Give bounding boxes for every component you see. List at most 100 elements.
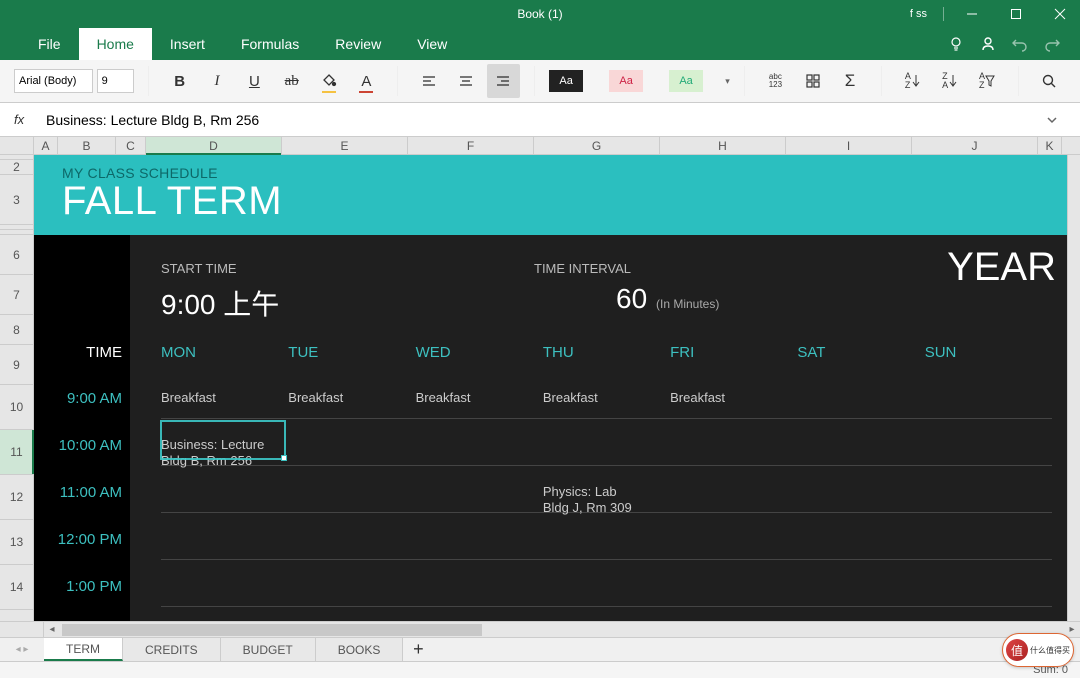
schedule-cell[interactable] bbox=[925, 437, 1052, 470]
column-header-A[interactable]: A bbox=[34, 137, 58, 154]
tab-nav-buttons[interactable]: ◂ ▸ bbox=[0, 638, 44, 661]
horizontal-scrollbar[interactable] bbox=[60, 622, 1064, 637]
fx-icon[interactable]: fx bbox=[6, 112, 36, 127]
number-format-button[interactable]: abc123 bbox=[759, 64, 792, 98]
row-header-8[interactable]: 8 bbox=[0, 315, 33, 345]
cell-style-dark[interactable]: Aa bbox=[549, 70, 583, 92]
schedule-cell[interactable]: Business: LectureBldg B, Rm 256 bbox=[161, 437, 288, 470]
row-header-6[interactable]: 6 bbox=[0, 235, 33, 275]
maximize-button[interactable] bbox=[996, 0, 1036, 28]
fill-color-button[interactable] bbox=[312, 64, 345, 98]
cell-style-good[interactable]: Aa bbox=[669, 70, 703, 92]
filter-button[interactable]: AZ bbox=[970, 64, 1003, 98]
account-name[interactable]: f ss bbox=[910, 8, 927, 20]
menu-view[interactable]: View bbox=[399, 28, 465, 60]
schedule-cell[interactable] bbox=[797, 484, 924, 517]
schedule-cell[interactable]: Breakfast bbox=[416, 390, 543, 406]
row-header-3[interactable]: 3 bbox=[0, 175, 33, 225]
scroll-spacer bbox=[0, 622, 44, 637]
menu-file[interactable]: File bbox=[20, 28, 79, 60]
column-header-K[interactable]: K bbox=[1038, 137, 1062, 154]
minimize-button[interactable] bbox=[952, 0, 992, 28]
scroll-thumb[interactable] bbox=[62, 624, 482, 636]
search-button[interactable] bbox=[1033, 64, 1066, 98]
align-center-button[interactable] bbox=[449, 64, 482, 98]
schedule-cell[interactable]: Breakfast bbox=[161, 390, 288, 406]
sort-asc-button[interactable]: AZ bbox=[896, 64, 929, 98]
row-header-9[interactable]: 9 bbox=[0, 345, 33, 385]
column-header-G[interactable]: G bbox=[534, 137, 660, 154]
font-name-select[interactable]: Arial (Body) bbox=[14, 69, 93, 93]
row-header-7[interactable]: 7 bbox=[0, 275, 33, 315]
column-header-J[interactable]: J bbox=[912, 137, 1038, 154]
undo-icon[interactable] bbox=[1012, 36, 1028, 52]
column-header-F[interactable]: F bbox=[408, 137, 534, 154]
schedule-cell[interactable] bbox=[670, 484, 797, 517]
schedule-cell[interactable]: Breakfast bbox=[288, 390, 415, 406]
schedule-cell[interactable] bbox=[797, 437, 924, 470]
font-color-button[interactable]: A bbox=[350, 64, 383, 98]
strikethrough-button[interactable]: ab bbox=[275, 64, 308, 98]
cell-canvas[interactable]: MY CLASS SCHEDULE FALL TERM YEAR START T… bbox=[34, 155, 1080, 621]
underline-button[interactable]: U bbox=[238, 64, 271, 98]
column-header-E[interactable]: E bbox=[282, 137, 408, 154]
add-sheet-button[interactable]: + bbox=[403, 638, 433, 661]
cell-style-bad[interactable]: Aa bbox=[609, 70, 643, 92]
row-header-13[interactable]: 13 bbox=[0, 520, 33, 565]
scroll-right-button[interactable]: ▸ bbox=[1064, 622, 1080, 637]
schedule-cell[interactable] bbox=[416, 484, 543, 517]
bold-button[interactable]: B bbox=[163, 64, 196, 98]
lightbulb-icon[interactable] bbox=[948, 36, 964, 52]
menu-insert[interactable]: Insert bbox=[152, 28, 223, 60]
scroll-left-button[interactable]: ◂ bbox=[44, 622, 60, 637]
schedule-cell[interactable] bbox=[925, 390, 1052, 406]
column-header-H[interactable]: H bbox=[660, 137, 786, 154]
schedule-cell[interactable] bbox=[670, 437, 797, 470]
vertical-scrollbar[interactable] bbox=[1067, 155, 1080, 621]
redo-icon[interactable] bbox=[1044, 36, 1060, 52]
sort-desc-button[interactable]: ZA bbox=[933, 64, 966, 98]
align-right-button[interactable] bbox=[487, 64, 520, 98]
close-button[interactable] bbox=[1040, 0, 1080, 28]
italic-button[interactable]: I bbox=[200, 64, 233, 98]
schedule-cell[interactable] bbox=[161, 484, 288, 517]
schedule-cell[interactable] bbox=[416, 437, 543, 470]
font-size-select[interactable]: 9 bbox=[97, 69, 134, 93]
sheet-tab-credits[interactable]: CREDITS bbox=[123, 638, 221, 661]
autosum-button[interactable]: Σ bbox=[833, 64, 866, 98]
chevron-down-icon[interactable]: ▾ bbox=[725, 76, 730, 87]
sheet-tab-budget[interactable]: BUDGET bbox=[221, 638, 316, 661]
schedule-cell[interactable]: Breakfast bbox=[543, 390, 670, 406]
row-header-14[interactable]: 14 bbox=[0, 565, 33, 610]
separator bbox=[943, 7, 944, 21]
column-header-B[interactable]: B bbox=[58, 137, 116, 154]
schedule-cell[interactable]: Breakfast bbox=[670, 390, 797, 406]
sheet-tab-books[interactable]: BOOKS bbox=[316, 638, 404, 661]
row-header-2[interactable]: 2 bbox=[0, 160, 33, 175]
row-header-12[interactable]: 12 bbox=[0, 475, 33, 520]
schedule-cell[interactable]: Physics: LabBldg J, Rm 309 bbox=[543, 484, 670, 517]
row-header-10[interactable]: 10 bbox=[0, 385, 33, 430]
schedule-cell[interactable] bbox=[288, 484, 415, 517]
share-user-icon[interactable] bbox=[980, 36, 996, 52]
day-header-mon: MON bbox=[161, 344, 288, 361]
column-header-C[interactable]: C bbox=[116, 137, 146, 154]
align-left-button[interactable] bbox=[412, 64, 445, 98]
sheet-tabs: ◂ ▸ TERMCREDITSBUDGETBOOKS + bbox=[0, 637, 1080, 661]
column-header-I[interactable]: I bbox=[786, 137, 912, 154]
schedule-cell[interactable] bbox=[925, 484, 1052, 517]
row-header-11[interactable]: 11 bbox=[0, 430, 33, 475]
formula-expand-button[interactable] bbox=[1046, 114, 1074, 126]
schedule-cell[interactable] bbox=[543, 437, 670, 470]
formula-input[interactable]: Business: Lecture Bldg B, Rm 256 bbox=[36, 112, 1046, 128]
sheet-tab-term[interactable]: TERM bbox=[44, 638, 123, 661]
insert-cells-button[interactable] bbox=[796, 64, 829, 98]
column-header-D[interactable]: D bbox=[146, 137, 282, 154]
menu-home[interactable]: Home bbox=[79, 28, 152, 60]
schedule-cell[interactable] bbox=[288, 437, 415, 470]
menu-review[interactable]: Review bbox=[317, 28, 399, 60]
schedule-cell[interactable] bbox=[797, 390, 924, 406]
select-all-corner[interactable] bbox=[0, 137, 34, 154]
menu-formulas[interactable]: Formulas bbox=[223, 28, 317, 60]
spreadsheet-grid[interactable]: 1234567891011121314 MY CLASS SCHEDULE FA… bbox=[0, 155, 1080, 621]
